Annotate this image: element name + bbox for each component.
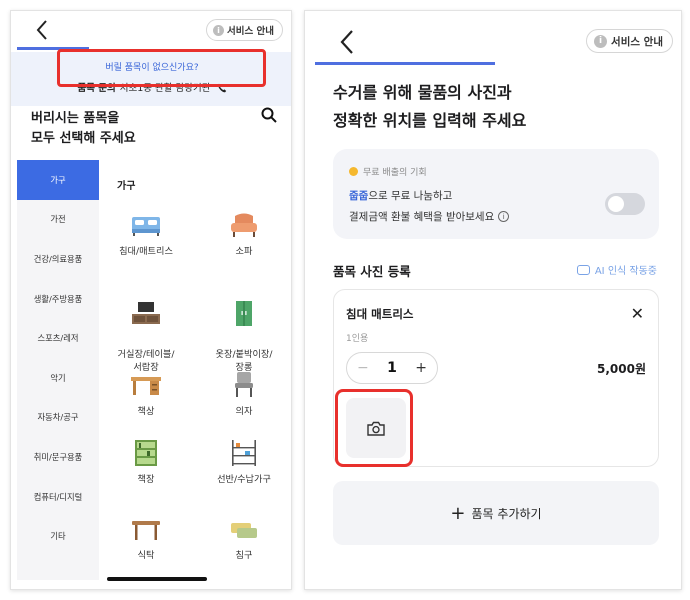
page-title-line-1: 버리시는 품목을 [31, 111, 120, 126]
category-item-instruments[interactable]: 악기 [17, 358, 99, 398]
promo-line-2-text: 결제금액 환불 혜택을 받아보세요 [349, 211, 495, 223]
item-desk[interactable]: 책상 [103, 371, 189, 418]
decrease-button[interactable]: − [357, 360, 369, 376]
item-dining-table[interactable]: 식탁 [103, 515, 189, 562]
item-chair[interactable]: 의자 [201, 371, 287, 418]
service-guide-button[interactable]: i 서비스 안내 [205, 19, 283, 41]
shelf-icon [232, 440, 256, 466]
inquiry-label: 품목 문의 [77, 83, 116, 94]
page-title-line-2: 정확한 위치를 입력해 주세요 [333, 111, 527, 130]
photo-section-title: 품목 사진 등록 [333, 264, 411, 279]
category-item-sports[interactable]: 스포츠/레저 [17, 318, 99, 358]
item-bookcase[interactable]: 책장 [103, 439, 189, 486]
progress-indicator [315, 62, 495, 65]
category-selection-screen: i 서비스 안내 버릴 품목이 없으신가요? 품목 문의 서초1동 관할 담당기관… [10, 10, 292, 590]
item-label: 책상 [137, 406, 155, 417]
ai-recognition-status: AI 인식 작동중 [576, 262, 657, 277]
tv-stand-icon [132, 302, 160, 325]
item-sofa[interactable]: 소파 [201, 211, 287, 258]
dining-table-icon [132, 521, 160, 540]
promo-line-1: 줍줍으로 무료 나눔하고 [349, 188, 452, 203]
item-label: 의자 [235, 406, 253, 417]
add-item-button[interactable]: + 품목 추가하기 [333, 481, 659, 545]
quantity-stepper: − 1 + [346, 352, 438, 384]
bedding-icon [231, 523, 257, 538]
back-arrow-icon[interactable] [339, 29, 355, 60]
item-card: 침대 매트리스 ✕ 1인용 − 1 + 5,000원 [333, 289, 659, 467]
inquiry-contact: 서초1동 관할 담당기관 [119, 83, 211, 94]
service-guide-label: 서비스 안내 [226, 26, 274, 37]
info-icon: i [212, 24, 224, 36]
service-guide-label: 서비스 안내 [611, 35, 663, 48]
item-label: 책장 [137, 474, 155, 485]
item-label: 침대/매트리스 [119, 246, 173, 257]
promo-badge-text: 무료 배출의 기회 [363, 168, 427, 178]
page-title-line-2: 모두 선택해 주세요 [31, 131, 136, 147]
item-inquiry-banner[interactable]: 버릴 품목이 없으신가요? 품목 문의 서초1동 관할 담당기관 [11, 52, 291, 106]
category-item-computer[interactable]: 컴퓨터/디지털 [17, 477, 99, 517]
photo-registration-screen: i 서비스 안내 수거를 위해 물품의 사진과 정확한 위치를 입력해 주세요 … [304, 10, 682, 590]
category-item-auto-tools[interactable]: 자동차/공구 [17, 398, 99, 438]
item-label: 식탁 [137, 550, 155, 561]
phone-icon [217, 83, 227, 96]
sofa-icon [231, 213, 257, 237]
wardrobe-icon [236, 301, 252, 327]
category-item-health[interactable]: 건강/의료용품 [17, 239, 99, 279]
promo-line-1-text: 으로 무료 나눔하고 [368, 190, 453, 202]
close-icon[interactable]: ✕ [631, 304, 644, 323]
promo-brand: 줍줍 [349, 190, 369, 202]
category-item-furniture[interactable]: 가구 [17, 160, 99, 200]
page-title: 수거를 위해 물품의 사진과 정확한 위치를 입력해 주세요 [333, 79, 526, 135]
desk-icon [131, 377, 161, 395]
item-name: 침대 매트리스 [346, 307, 414, 321]
inquiry-question: 버릴 품목이 없으신가요? [105, 63, 199, 73]
category-item-other[interactable]: 기타 [17, 516, 99, 556]
add-photo-button[interactable] [346, 398, 406, 458]
page-title-line-1: 수거를 위해 물품의 사진과 [333, 83, 512, 102]
promo-badge: 무료 배출의 기회 [349, 165, 427, 178]
plus-icon: + [450, 502, 466, 524]
item-shelf[interactable]: 선반/수납가구 [201, 439, 287, 486]
bed-icon [132, 217, 160, 236]
toggle-knob [608, 196, 624, 212]
info-icon: i [594, 34, 608, 48]
category-sidebar: 가구 가전 건강/의료용품 생활/주방용품 스포츠/레저 악기 자동차/공구 취… [17, 160, 99, 580]
increase-button[interactable]: + [415, 360, 427, 376]
promo-line-2: 결제금액 환불 혜택을 받아보세요 i [349, 209, 510, 224]
ai-status-text: AI 인식 작동중 [594, 266, 657, 277]
item-bed[interactable]: 침대/매트리스 [103, 211, 189, 258]
inquiry-contact-line[interactable]: 품목 문의 서초1동 관할 담당기관 [11, 80, 291, 96]
bookcase-icon [135, 440, 157, 466]
item-label: 선반/수납가구 [217, 474, 271, 485]
category-item-kitchen[interactable]: 생활/주방용품 [17, 279, 99, 319]
home-indicator [107, 577, 207, 581]
chair-icon [235, 372, 253, 397]
quantity-value: 1 [387, 360, 397, 376]
category-item-hobby[interactable]: 취미/문구용품 [17, 437, 99, 477]
free-sharing-promo: 무료 배출의 기회 줍줍으로 무료 나눔하고 결제금액 환불 혜택을 받아보세요… [333, 149, 659, 239]
camera-icon [367, 421, 385, 436]
item-size: 1인용 [346, 334, 369, 344]
section-title: 가구 [117, 181, 136, 192]
back-arrow-icon[interactable] [35, 19, 49, 46]
item-bedding[interactable]: 침구 [201, 515, 287, 562]
progress-indicator [17, 47, 89, 50]
info-icon[interactable]: i [498, 211, 510, 222]
robot-icon [576, 264, 590, 275]
search-icon[interactable] [261, 107, 277, 123]
service-guide-button[interactable]: i 서비스 안내 [586, 29, 673, 53]
page-title: 버리시는 품목을 모두 선택해 주세요 [31, 109, 136, 149]
item-price: 5,000원 [597, 362, 646, 376]
item-label: 소파 [235, 246, 253, 257]
add-item-label: 품목 추가하기 [471, 506, 542, 521]
category-item-appliances[interactable]: 가전 [17, 200, 99, 240]
free-sharing-toggle[interactable] [605, 193, 645, 215]
item-label: 침구 [235, 550, 253, 561]
coin-icon [349, 167, 358, 176]
